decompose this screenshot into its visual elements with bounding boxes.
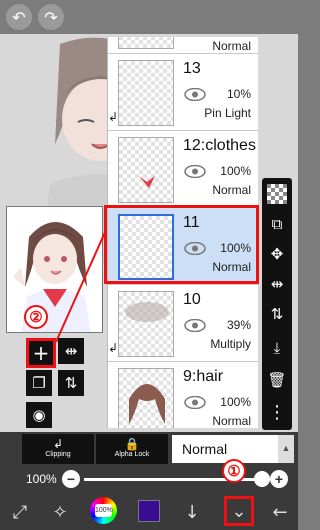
color-wheel-label: 100% [95, 504, 113, 517]
layer-blend: Normal [212, 414, 251, 428]
preview-image [7, 207, 102, 332]
layer-name: 13 [183, 60, 201, 77]
layer-thumbnail [118, 37, 174, 49]
layer-opacity: 100% [220, 164, 251, 178]
layer-list-chevron-down-icon[interactable]: ⌄ [224, 496, 254, 526]
clipping-icon: ↲ [52, 437, 64, 451]
annotation-box-layer [104, 205, 259, 284]
layer-row-12-clothes[interactable]: 12:clothes 100% Normal [108, 131, 258, 208]
trash-icon[interactable]: 🗑 [265, 368, 289, 392]
add-layer-button[interactable]: + [26, 338, 56, 368]
chevron-up-icon[interactable]: ▲ [278, 435, 294, 463]
clipping-label: Clipping [45, 451, 71, 458]
layer-thumbnail [118, 60, 174, 126]
layer-opacity: 39% [226, 318, 251, 332]
layer-blend: Normal [212, 39, 251, 53]
layer-opacity: 100% [220, 395, 251, 409]
opacity-bar: 100% − + [0, 466, 298, 492]
eye-icon[interactable] [184, 165, 206, 178]
merge-down-icon[interactable]: ⤓ [265, 336, 289, 360]
redo-icon[interactable]: ↷ [38, 4, 64, 30]
layer-blend: Multiply [210, 337, 251, 351]
clipping-button[interactable]: ↲ Clipping [22, 434, 94, 464]
layer-thumbnail [118, 137, 174, 203]
annotation-badge-2: ② [24, 305, 48, 329]
canvas-preview[interactable] [6, 206, 103, 333]
clip-arrow-icon: ↲ [108, 341, 119, 355]
back-arrow-icon[interactable]: ← [266, 498, 294, 526]
layer-opacity: 10% [226, 87, 251, 101]
alpha-lock-button[interactable]: 🔒 Alpha Lock [96, 434, 168, 464]
layer-row[interactable]: Normal [108, 37, 258, 54]
flip-vertical-layer-icon[interactable]: ⇅ [58, 370, 84, 396]
current-color-swatch[interactable] [138, 500, 160, 522]
eye-icon[interactable] [184, 396, 206, 409]
left-tool-group: + ⇹ ❐ ⇅ ◉ [24, 334, 86, 430]
layer-thumbnail [118, 368, 174, 428]
undo-icon[interactable]: ↶ [6, 4, 32, 30]
transform-icon[interactable]: ⤢ [6, 498, 34, 526]
color-wheel-icon[interactable]: 100% [90, 497, 117, 524]
annotation-badge-1: ① [222, 459, 246, 483]
opacity-plus-button[interactable]: + [270, 470, 288, 488]
right-tool-strip: ⧉ ✥ ⇹ ⇅ ⤓ 🗑 ⋮ [262, 178, 292, 430]
opacity-minus-button[interactable]: − [62, 470, 80, 488]
more-options-icon[interactable]: ⋮ [265, 400, 289, 424]
layer-blend: Pin Light [204, 106, 251, 120]
flip-horizontal-icon[interactable]: ⇹ [265, 272, 289, 296]
layer-thumbnail [118, 291, 174, 357]
layer-name: 9:hair [183, 368, 224, 385]
flip-vertical-icon[interactable]: ⇅ [265, 302, 289, 326]
eye-icon[interactable] [184, 88, 206, 101]
camera-icon[interactable]: ◉ [26, 402, 52, 428]
layer-row-9-hair[interactable]: 9:hair 100% Normal [108, 362, 258, 428]
alpha-lock-label: Alpha Lock [114, 451, 150, 458]
layer-blend: Normal [212, 183, 251, 197]
eye-icon[interactable] [184, 319, 206, 332]
layer-name: 10 [183, 291, 201, 308]
opacity-label: 100% [26, 472, 57, 486]
clip-arrow-icon: ↲ [108, 110, 119, 124]
layer-options-bar: ↲ Clipping 🔒 Alpha Lock Normal ▲ [0, 432, 298, 466]
opacity-slider-knob[interactable] [254, 471, 270, 487]
flip-layer-icon[interactable]: ⇹ [58, 338, 84, 364]
transparency-icon[interactable] [267, 184, 287, 204]
layer-name: 12:clothes [183, 137, 256, 154]
magic-wand-icon[interactable]: ✧ [46, 498, 74, 526]
top-bar: ↶ ↷ [0, 0, 298, 34]
layer-move-icon[interactable]: ⧉ [265, 212, 289, 236]
move-icon[interactable]: ✥ [265, 242, 289, 266]
blend-mode-select[interactable]: Normal [172, 435, 278, 463]
copy-layer-icon[interactable]: ❐ [26, 370, 52, 396]
arrow-down-icon[interactable]: ↓ [178, 498, 206, 526]
layer-row-13[interactable]: 13 10% Pin Light ↲ [108, 54, 258, 131]
layer-row-10[interactable]: 10 39% Multiply ↲ [108, 285, 258, 362]
lock-icon: 🔒 [124, 437, 140, 451]
